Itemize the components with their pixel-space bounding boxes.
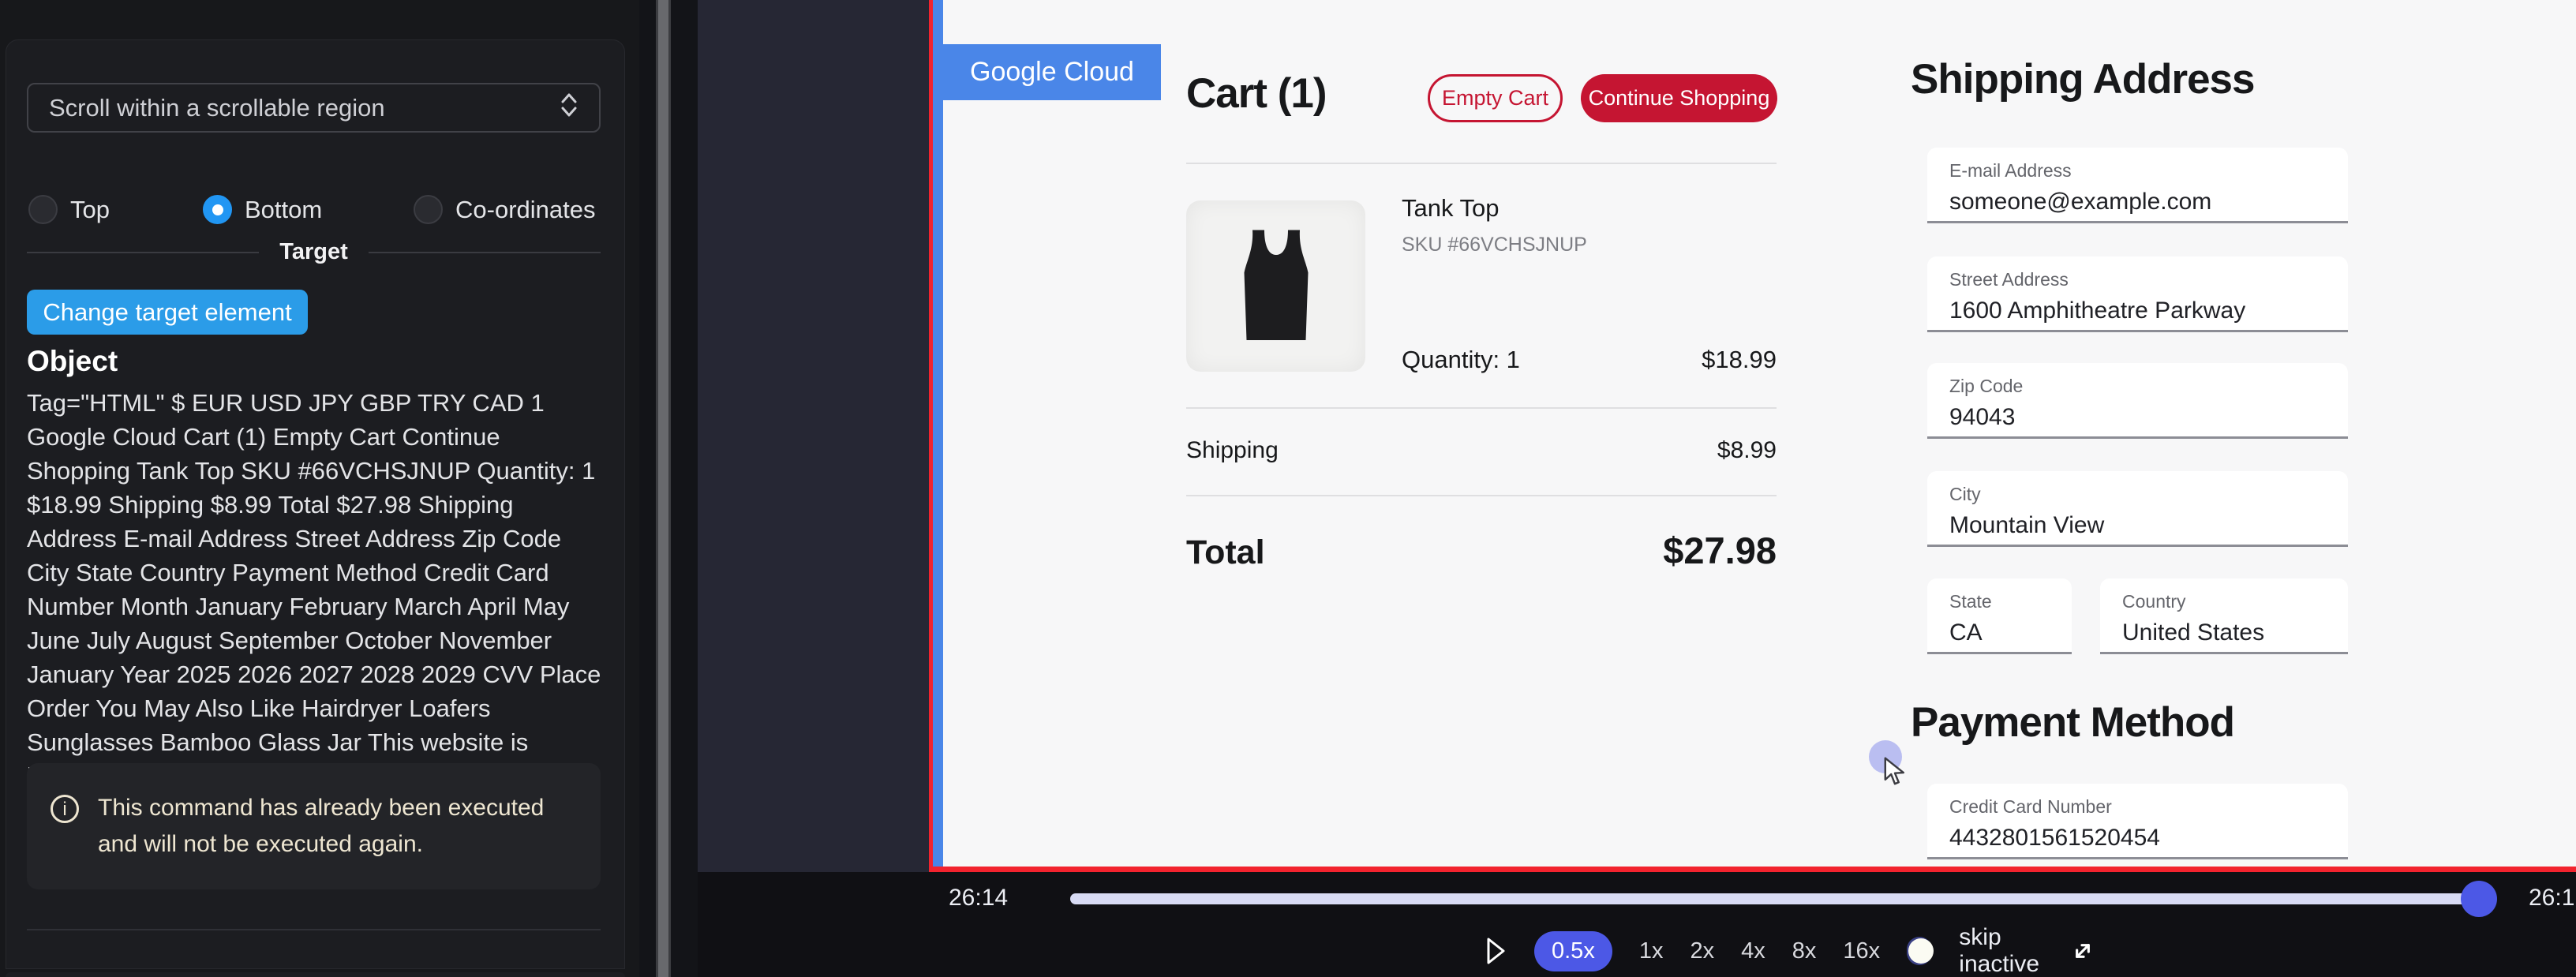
toggle-knob [1908,938,1934,964]
command-info-banner: i This command has already been executed… [27,763,601,889]
empty-cart-button[interactable]: Empty Cart [1428,74,1563,122]
speed-2x-button[interactable]: 2x [1690,938,1714,964]
cart-divider [1186,163,1777,164]
timeline-handle[interactable] [2461,881,2497,917]
skip-inactive-toggle[interactable] [1907,937,1932,965]
state-label: State [1949,591,2072,612]
cart-divider [1186,495,1777,496]
action-select-value: Scroll within a scrollable region [49,94,560,122]
state-value: CA [1949,620,2072,646]
radio-bottom-label: Bottom [245,196,322,224]
zip-code-label: Zip Code [1949,376,2348,397]
end-time: 26:1 [2529,885,2574,911]
total-label: Total [1186,533,1265,572]
radio-coordinates-label: Co-ordinates [455,196,595,224]
street-address-field[interactable]: Street Address 1600 Amphitheatre Parkway [1927,256,2348,332]
email-field[interactable]: E-mail Address someone@example.com [1927,148,2348,223]
country-label: Country [2122,591,2348,612]
credit-card-number-label: Credit Card Number [1949,796,2348,818]
radio-bottom-circle[interactable] [203,195,232,224]
select-chevrons-icon [560,92,578,125]
shipping-cost-label: Shipping [1186,437,1279,464]
payment-method-heading: Payment Method [1911,698,2234,747]
product-name: Tank Top [1402,194,1500,223]
scroll-position-radios: Top Bottom Co-ordinates [6,195,626,230]
command-sidebar: Scroll within a scrollable region Top Bo… [0,0,639,977]
state-field[interactable]: State CA [1927,578,2072,654]
radio-coordinates-circle[interactable] [414,195,443,224]
viewport-highlight-border-bottom [929,867,2576,872]
sidebar-scroll-strip [639,0,698,977]
country-value: United States [2122,620,2348,646]
email-field-label: E-mail Address [1949,160,2348,182]
fullscreen-button[interactable] [2066,934,2099,968]
play-button[interactable] [1484,935,1507,967]
radio-top-label: Top [70,196,110,224]
object-description-text: Tag="HTML" $ EUR USD JPY GBP TRY CAD 1 G… [27,386,605,793]
browser-page: Google Cloud Cart (1) Empty Cart Continu… [943,0,2576,867]
tank-top-illustration [1217,211,1335,361]
speed-16x-button[interactable]: 16x [1843,938,1880,964]
sidebar-scrollbar-thumb[interactable] [656,0,671,977]
product-sku: SKU #66VCHSJNUP [1402,234,1587,256]
target-section-divider: Target [27,239,601,265]
current-time: 26:14 [949,885,1008,911]
player-bar: 26:14 26:1 0.5x 1x 2x 4x 8x 16x skip ina… [698,872,2576,977]
zip-code-field[interactable]: Zip Code 94043 [1927,363,2348,439]
command-card: Scroll within a scrollable region Top Bo… [6,39,625,969]
target-element-highlight-edge [933,0,943,867]
next-command-card-edge [6,972,625,977]
shipping-cost-value: $8.99 [1657,437,1777,464]
brand-badge[interactable]: Google Cloud [943,44,1161,100]
skip-inactive-label: skip inactive [1959,924,2039,977]
city-value: Mountain View [1949,512,2348,539]
product-image [1186,200,1365,372]
radio-bottom[interactable]: Bottom [203,195,322,224]
speed-0-5x-button[interactable]: 0.5x [1534,931,1612,971]
speed-4x-button[interactable]: 4x [1741,938,1765,964]
shipping-address-heading: Shipping Address [1911,55,2255,103]
product-price: $18.99 [1657,346,1777,374]
city-label: City [1949,484,2348,505]
card-bottom-divider [27,929,601,930]
email-field-value: someone@example.com [1949,189,2348,215]
radio-top-circle[interactable] [28,195,58,224]
radio-coordinates[interactable]: Co-ordinates [414,195,595,224]
action-select[interactable]: Scroll within a scrollable region [27,83,601,133]
speed-1x-button[interactable]: 1x [1639,938,1664,964]
zip-code-value: 94043 [1949,404,2348,431]
product-quantity: Quantity: 1 [1402,346,1520,374]
city-field[interactable]: City Mountain View [1927,471,2348,547]
credit-card-number-value: 4432801561520454 [1949,825,2348,852]
credit-card-number-field[interactable]: Credit Card Number 4432801561520454 [1927,784,2348,859]
cart-title: Cart (1) [1186,69,1327,118]
street-address-label: Street Address [1949,269,2348,290]
divider-line [369,252,601,253]
continue-shopping-button[interactable]: Continue Shopping [1581,74,1777,122]
divider-line [27,252,259,253]
total-value: $27.98 [1619,529,1777,572]
street-address-value: 1600 Amphitheatre Parkway [1949,298,2348,324]
target-section-label: Target [279,239,347,265]
change-target-button[interactable]: Change target element [27,290,308,335]
timeline-track[interactable] [1070,893,2483,904]
radio-top[interactable]: Top [28,195,110,224]
object-heading: Object [27,345,118,378]
cart-divider [1186,407,1777,409]
info-icon: i [51,795,79,823]
speed-8x-button[interactable]: 8x [1792,938,1817,964]
info-message: This command has already been executed a… [98,790,577,863]
country-field[interactable]: Country United States [2100,578,2348,654]
playback-controls: 0.5x 1x 2x 4x 8x 16x skip inactive [1484,929,2099,973]
app-root: Scroll within a scrollable region Top Bo… [0,0,2576,977]
